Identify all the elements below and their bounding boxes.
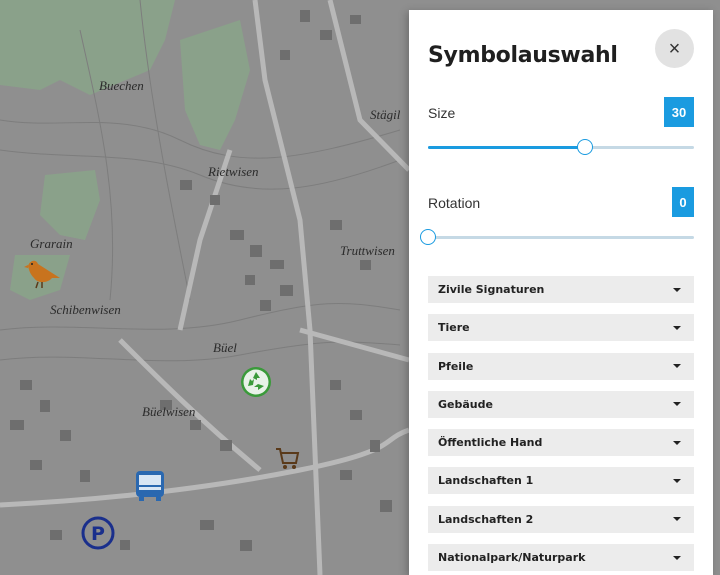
category-label: Nationalpark/Naturpark: [438, 551, 586, 565]
map-label-schibenwisen: Schibenwisen: [50, 302, 121, 317]
map-label-bueelwisen: Büelwisen: [142, 404, 196, 419]
category-label: Öffentliche Hand: [438, 436, 543, 450]
category-dropdown[interactable]: Tiere: [428, 314, 694, 342]
rotation-label: Rotation: [428, 195, 481, 211]
caret-down-icon: [673, 555, 681, 560]
size-slider-fill: [428, 146, 585, 149]
rotation-slider[interactable]: [420, 229, 694, 245]
recycle-icon[interactable]: [240, 366, 272, 403]
caret-down-icon: [673, 440, 681, 445]
category-dropdown[interactable]: Landschaften 2: [428, 505, 694, 533]
shopping-cart-icon[interactable]: [274, 446, 300, 477]
category-dropdown[interactable]: Pfeile: [428, 352, 694, 380]
category-label: Zivile Signaturen: [438, 283, 545, 296]
map-label-grarain: Grarain: [30, 236, 73, 251]
size-label: Size: [428, 105, 456, 121]
category-dropdown[interactable]: Landschaften 1: [428, 467, 694, 495]
symbol-selection-panel: Symbolauswahl × Size 30 Rotation 0 Zivil…: [409, 10, 713, 575]
map-label-staegil: Stägil: [370, 107, 401, 122]
rotation-value-badge: 0: [672, 187, 694, 217]
map-label-rietwisen: Rietwisen: [208, 164, 259, 179]
category-dropdown[interactable]: Gebäude: [428, 390, 694, 418]
caret-down-icon: [673, 364, 681, 369]
category-label: Landschaften 2: [438, 512, 534, 526]
rotation-slider-thumb[interactable]: [420, 229, 436, 245]
caret-down-icon: [673, 325, 681, 330]
caret-down-icon: [673, 287, 681, 292]
bird-icon[interactable]: [24, 256, 62, 295]
close-icon: ×: [668, 37, 681, 60]
category-label: Gebäude: [438, 397, 493, 411]
close-button[interactable]: ×: [655, 29, 694, 68]
category-label: Tiere: [438, 321, 470, 335]
map-label-buechen: Buechen: [99, 78, 144, 93]
bus-icon[interactable]: [133, 468, 167, 507]
size-value-badge: 30: [664, 97, 694, 127]
map-label-bueel: Büel: [213, 340, 237, 355]
category-label: Landschaften 1: [438, 474, 534, 488]
category-dropdown[interactable]: Öffentliche Hand: [428, 429, 694, 457]
parking-icon[interactable]: P: [81, 516, 115, 555]
size-slider[interactable]: [428, 139, 694, 155]
caret-down-icon: [673, 478, 681, 483]
category-list: Zivile Signaturen Tiere Pfeile Gebäude Öffen…: [428, 276, 694, 575]
size-slider-thumb[interactable]: [576, 139, 593, 155]
caret-down-icon: [673, 402, 681, 407]
category-dropdown[interactable]: Nationalpark/Naturpark: [428, 544, 694, 572]
category-dropdown[interactable]: Zivile Signaturen: [428, 276, 694, 303]
panel-title: Symbolauswahl: [428, 43, 618, 68]
caret-down-icon: [673, 517, 681, 522]
svg-text:P: P: [91, 523, 105, 545]
map-label-truttwisen: Truttwisen: [340, 243, 395, 258]
category-label: Pfeile: [438, 359, 474, 373]
